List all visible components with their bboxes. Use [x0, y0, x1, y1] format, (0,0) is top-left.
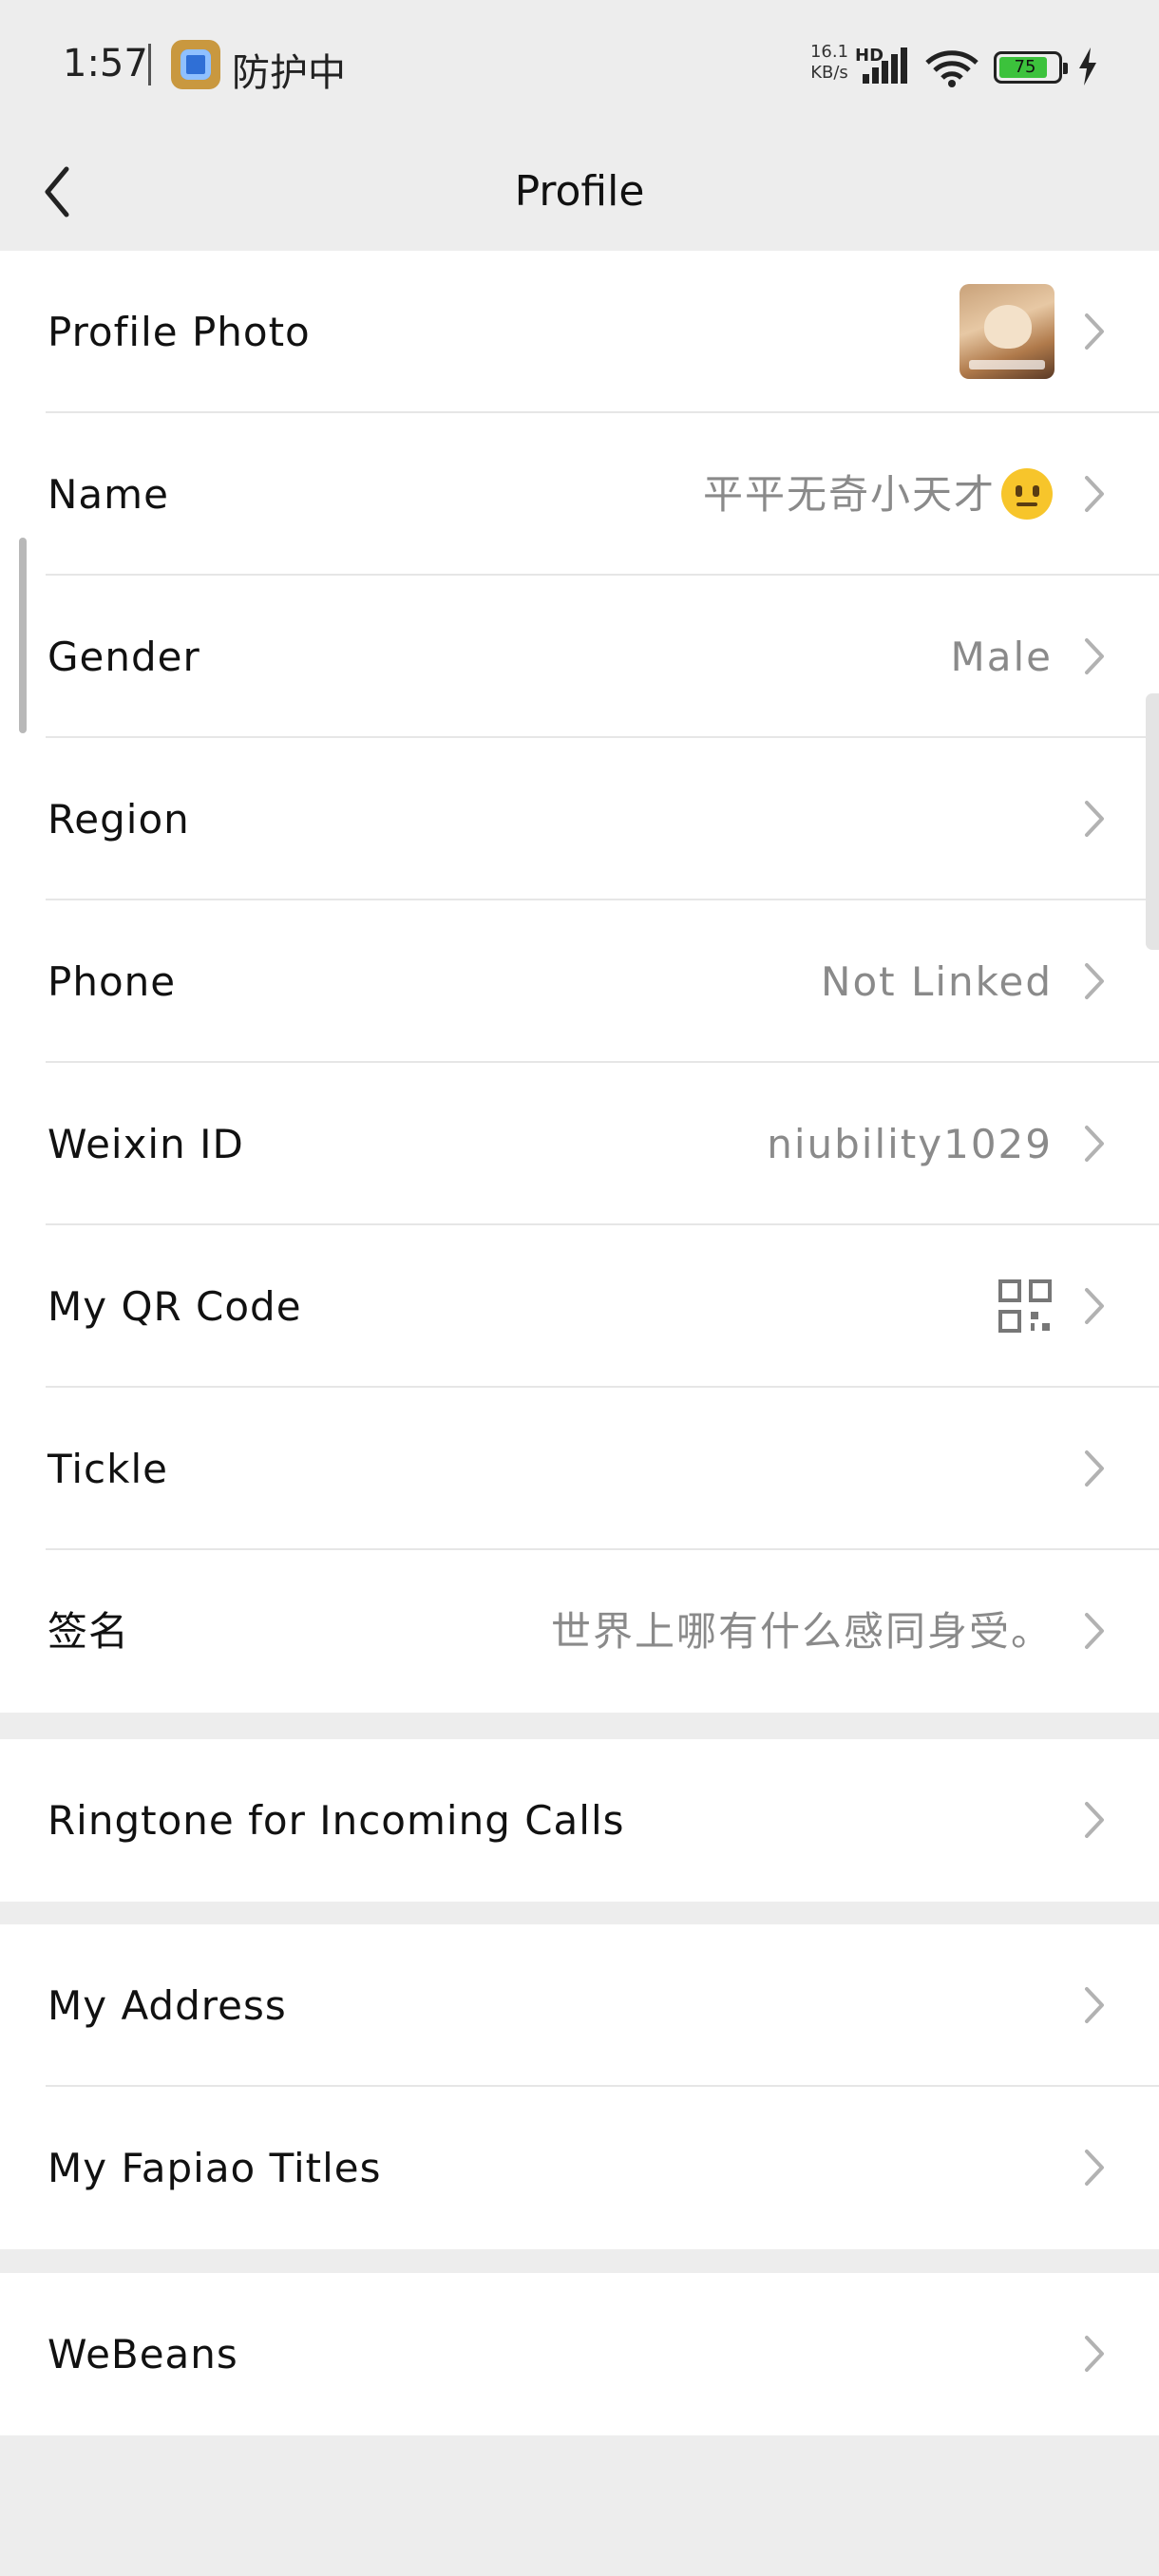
scroll-indicator[interactable] [19, 538, 27, 733]
row-label: Region [48, 796, 190, 843]
row-label: Tickle [48, 1446, 168, 1492]
qr-code-row[interactable]: My QR Code [0, 1225, 1159, 1388]
avatar-dog-face [984, 305, 1032, 349]
gender-value: Male [950, 634, 1053, 680]
profile-info-group: Profile Photo Name 平平无奇小天才 Gender Male R… [0, 251, 1159, 1713]
chevron-right-icon [1085, 1802, 1104, 1838]
chevron-right-icon [1085, 801, 1104, 837]
network-speed: 16.1 KB/s [804, 42, 855, 84]
network-speed-value: 16.1 [809, 42, 849, 62]
chevron-right-icon [1085, 1126, 1104, 1162]
battery-level: 75 [1014, 57, 1036, 77]
signature-value: 世界上哪有什么感同身受。 [550, 1608, 1053, 1655]
chevron-right-icon [1085, 963, 1104, 999]
row-label: Profile Photo [48, 309, 311, 355]
chevron-right-icon [1085, 2336, 1104, 2372]
row-label: Ringtone for Incoming Calls [48, 1797, 625, 1844]
row-label: Weixin ID [48, 1121, 244, 1167]
chevron-right-icon [1085, 313, 1104, 350]
page-title: Profile [514, 167, 645, 216]
charging-icon [1079, 47, 1096, 85]
name-text: 平平无奇小天才 [702, 471, 996, 518]
profile-photo-row[interactable]: Profile Photo [0, 251, 1159, 413]
chevron-left-icon[interactable] [34, 156, 87, 228]
row-label: My Address [48, 1982, 287, 2029]
chevron-right-icon [1085, 638, 1104, 674]
ringtone-row[interactable]: Ringtone for Incoming Calls [0, 1739, 1159, 1902]
tickle-row[interactable]: Tickle [0, 1388, 1159, 1550]
status-time: 1:57 [63, 42, 148, 85]
shield-app-icon [171, 40, 220, 89]
phone-value: Not Linked [821, 958, 1053, 1005]
network-speed-unit: KB/s [810, 63, 848, 83]
name-value: 平平无奇小天才 [703, 413, 1053, 576]
phone-row[interactable]: Phone Not Linked [0, 900, 1159, 1063]
signal-icon [863, 47, 907, 84]
row-label: Gender [48, 634, 200, 680]
nav-bar: Profile [0, 133, 1159, 251]
webeans-group: WeBeans [0, 2273, 1159, 2435]
row-label: WeBeans [48, 2331, 238, 2377]
gender-row[interactable]: Gender Male [0, 576, 1159, 738]
weixin-id-value: niubility1029 [767, 1121, 1053, 1167]
status-separator [148, 44, 151, 85]
weixin-id-row[interactable]: Weixin ID niubility1029 [0, 1063, 1159, 1225]
row-label: Name [48, 471, 169, 518]
chevron-right-icon [1085, 1288, 1104, 1324]
status-bar: 1:57 防护中 16.1 KB/s HD 75 [0, 0, 1159, 133]
signature-row[interactable]: 签名 世界上哪有什么感同身受。 [0, 1550, 1159, 1713]
chevron-right-icon [1085, 1613, 1104, 1649]
row-label: My Fapiao Titles [48, 2145, 382, 2191]
app-status-text: 防护中 [232, 51, 346, 95]
chevron-right-icon [1085, 2150, 1104, 2186]
fapiao-titles-row[interactable]: My Fapiao Titles [0, 2087, 1159, 2249]
row-label: My QR Code [48, 1283, 302, 1330]
battery-icon: 75 [994, 51, 1068, 84]
ringtone-group: Ringtone for Incoming Calls [0, 1739, 1159, 1902]
avatar-caption-strip [969, 360, 1045, 369]
region-row[interactable]: Region [0, 738, 1159, 900]
edge-scroll-handle[interactable] [1146, 693, 1159, 950]
row-label: Phone [48, 958, 177, 1005]
chevron-right-icon [1085, 476, 1104, 512]
chevron-right-icon [1085, 1987, 1104, 2023]
neutral-face-emoji-icon [1001, 467, 1053, 520]
name-row[interactable]: Name 平平无奇小天才 [0, 413, 1159, 576]
row-label: 签名 [48, 1608, 130, 1655]
webeans-row[interactable]: WeBeans [0, 2273, 1159, 2435]
my-address-row[interactable]: My Address [0, 1924, 1159, 2087]
wifi-icon [925, 50, 978, 87]
qr-code-icon [998, 1279, 1052, 1333]
avatar[interactable] [960, 284, 1054, 379]
chevron-right-icon [1085, 1450, 1104, 1487]
address-group: My Address My Fapiao Titles [0, 1924, 1159, 2249]
